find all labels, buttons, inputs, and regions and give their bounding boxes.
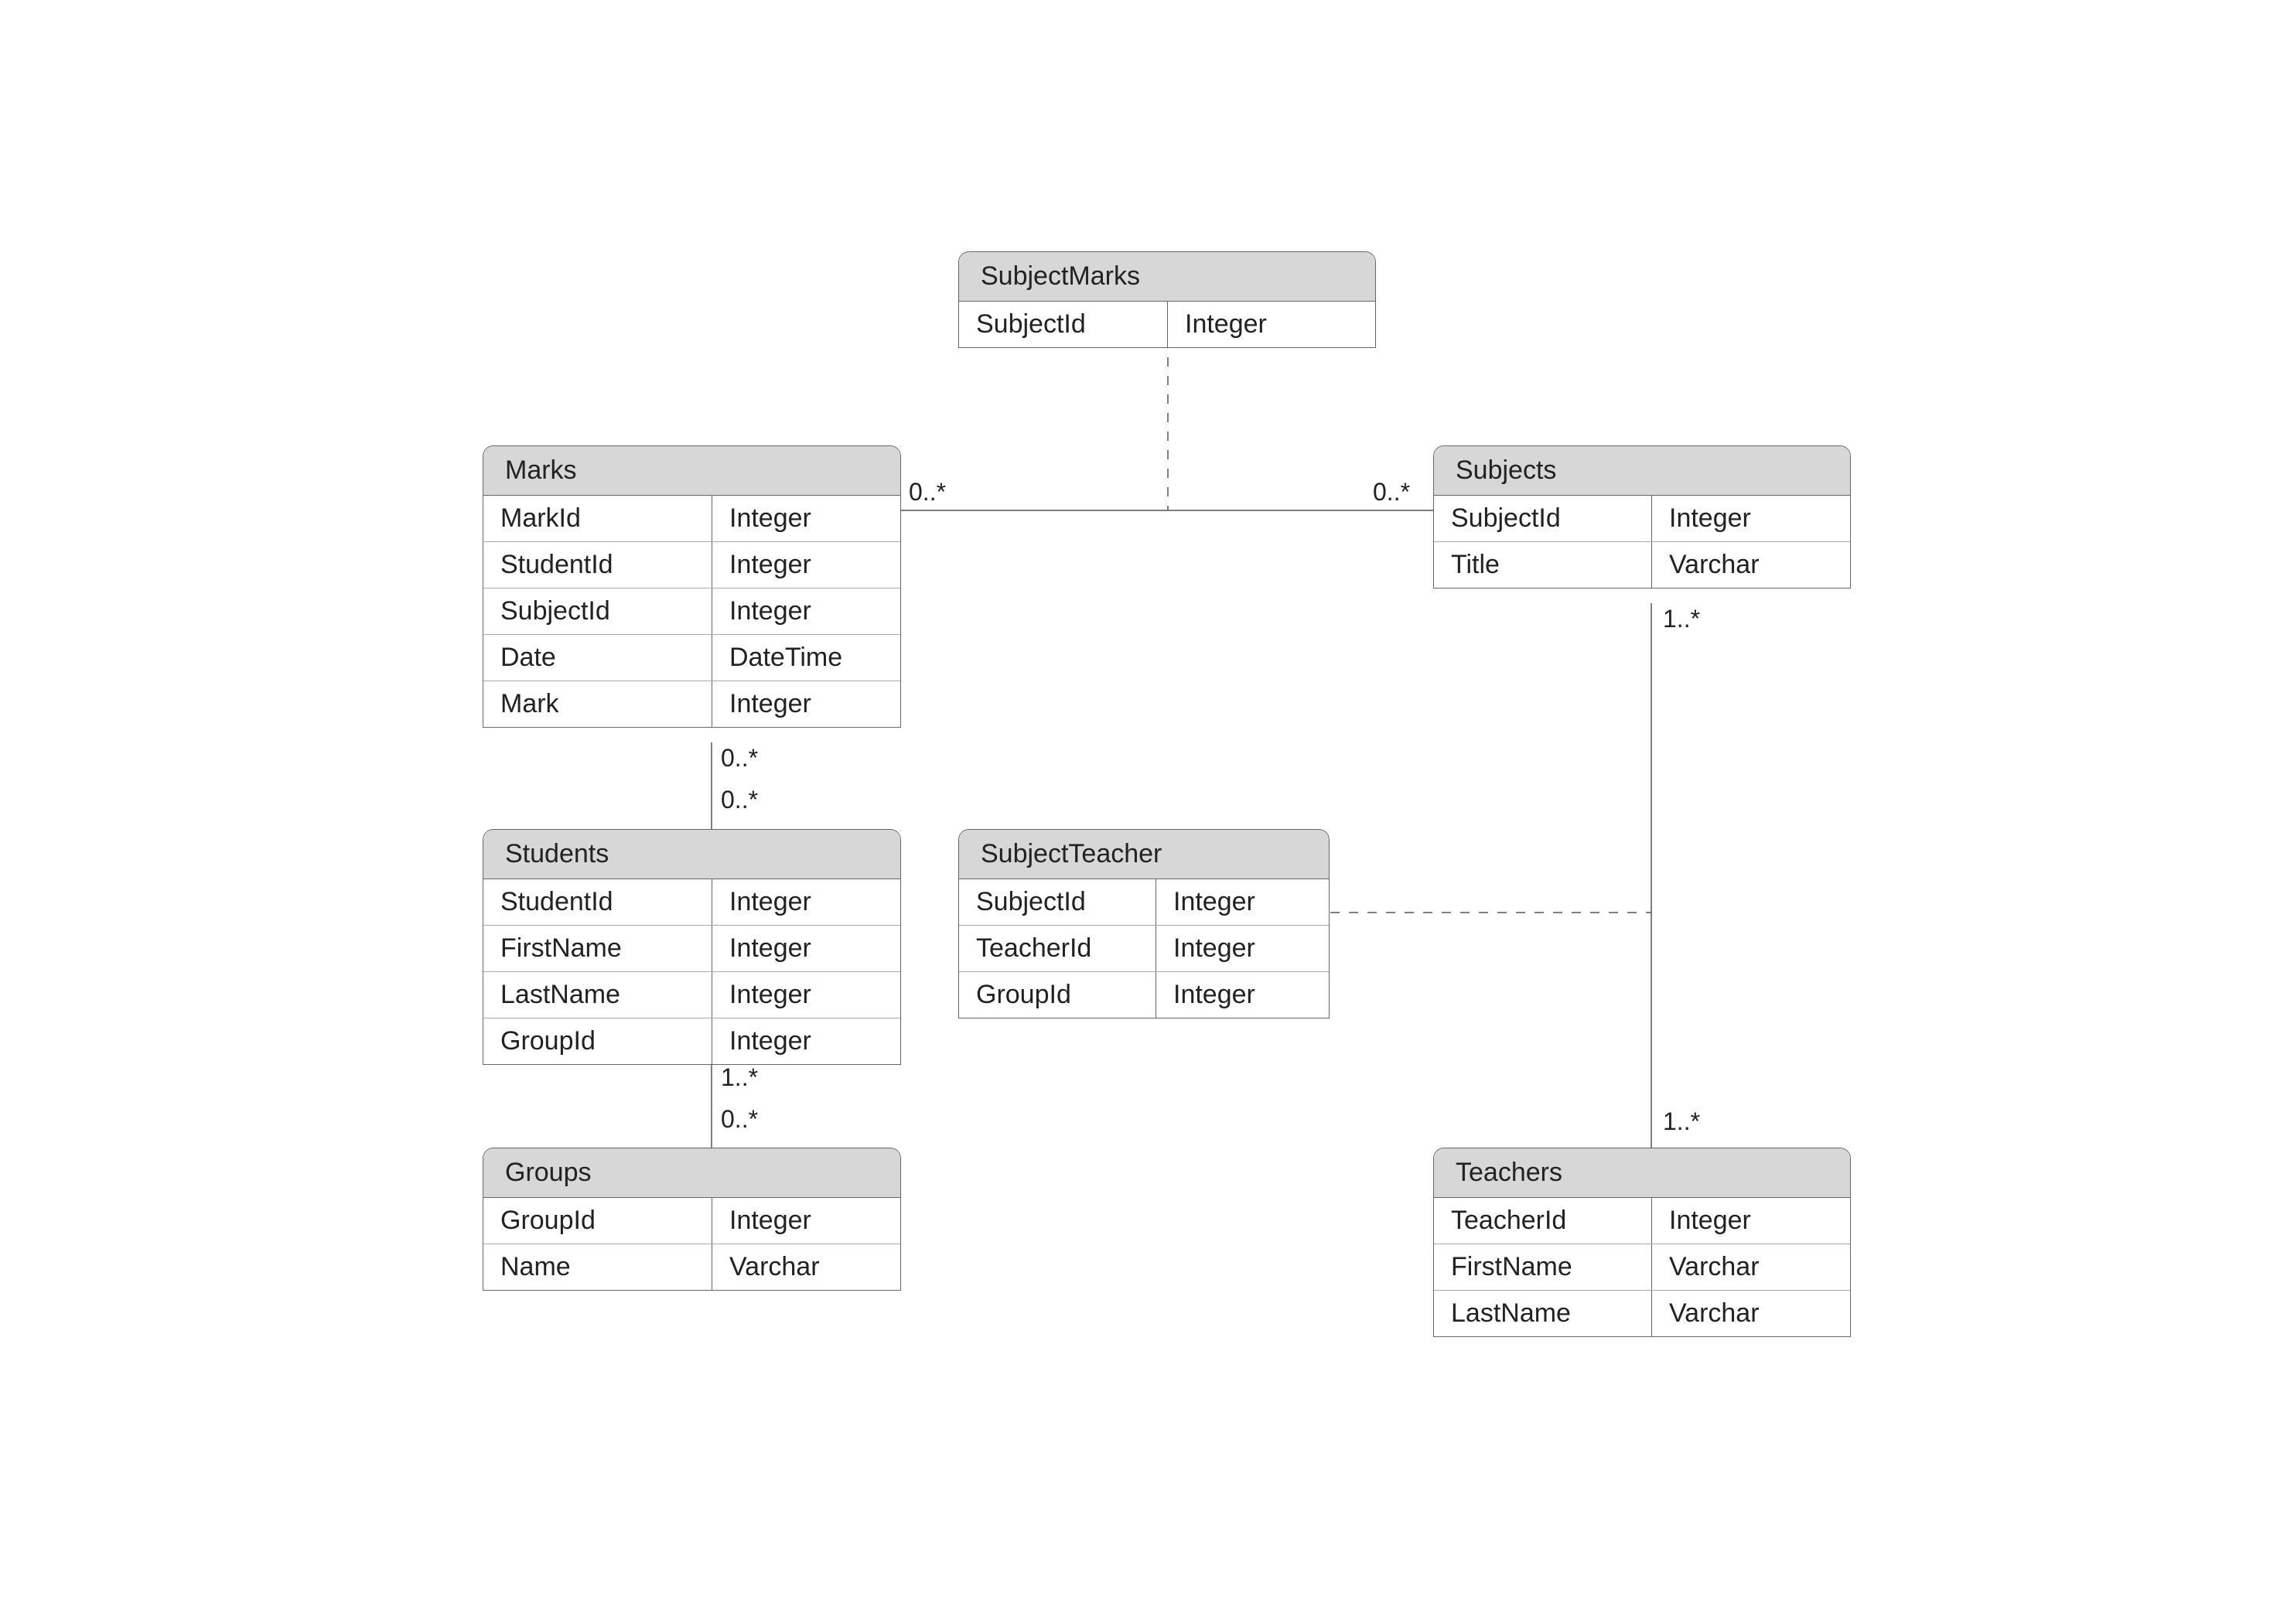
field-type: Integer <box>712 542 900 588</box>
field-type: Integer <box>1168 302 1375 347</box>
multiplicity-label: 1..* <box>1663 1107 1700 1136</box>
field-name: SubjectId <box>959 879 1156 925</box>
field-type: Varchar <box>1652 542 1850 588</box>
field-name: Mark <box>483 681 712 727</box>
field-name: MarkId <box>483 496 712 541</box>
field-name: GroupId <box>959 972 1156 1018</box>
entity-subjects[interactable]: Subjects SubjectId Integer Title Varchar <box>1433 445 1851 589</box>
multiplicity-label: 0..* <box>721 786 758 814</box>
field-type: Integer <box>1652 1198 1850 1244</box>
table-row: FirstName Varchar <box>1434 1244 1850 1290</box>
er-diagram-canvas: SubjectMarks SubjectId Integer Marks Mar… <box>0 0 2294 1624</box>
table-row: Date DateTime <box>483 634 900 681</box>
field-name: GroupId <box>483 1018 712 1064</box>
field-type: Integer <box>712 926 900 971</box>
field-type: Integer <box>712 681 900 727</box>
table-row: FirstName Integer <box>483 925 900 971</box>
field-name: Name <box>483 1244 712 1290</box>
field-type: Integer <box>712 496 900 541</box>
field-type: Integer <box>1652 496 1850 541</box>
field-name: TeacherId <box>1434 1198 1652 1244</box>
field-type: Integer <box>712 1198 900 1244</box>
entity-teachers[interactable]: Teachers TeacherId Integer FirstName Var… <box>1433 1148 1851 1337</box>
field-type: Integer <box>1156 879 1329 925</box>
table-row: Name Varchar <box>483 1244 900 1290</box>
entity-title: Students <box>483 830 900 879</box>
entity-title: Groups <box>483 1148 900 1198</box>
multiplicity-label: 0..* <box>721 744 758 773</box>
table-row: TeacherId Integer <box>1434 1198 1850 1244</box>
field-type: Varchar <box>712 1244 900 1290</box>
field-name: Title <box>1434 542 1652 588</box>
entity-title: SubjectTeacher <box>959 830 1329 879</box>
field-name: SubjectId <box>959 302 1168 347</box>
entity-groups[interactable]: Groups GroupId Integer Name Varchar <box>483 1148 901 1291</box>
field-type: DateTime <box>712 635 900 681</box>
field-name: TeacherId <box>959 926 1156 971</box>
entity-subjectmarks[interactable]: SubjectMarks SubjectId Integer <box>958 251 1376 348</box>
table-row: TeacherId Integer <box>959 925 1329 971</box>
table-row: SubjectId Integer <box>959 302 1375 347</box>
entity-title: SubjectMarks <box>959 252 1375 302</box>
field-name: StudentId <box>483 542 712 588</box>
entity-marks[interactable]: Marks MarkId Integer StudentId Integer S… <box>483 445 901 728</box>
field-type: Integer <box>712 879 900 925</box>
field-type: Varchar <box>1652 1244 1850 1290</box>
multiplicity-label: 1..* <box>1663 605 1700 633</box>
table-row: StudentId Integer <box>483 541 900 588</box>
table-row: GroupId Integer <box>483 1018 900 1064</box>
table-row: LastName Integer <box>483 971 900 1018</box>
table-row: Mark Integer <box>483 681 900 727</box>
multiplicity-label: 0..* <box>1373 478 1410 507</box>
table-row: SubjectId Integer <box>1434 496 1850 541</box>
field-type: Varchar <box>1652 1291 1850 1336</box>
entity-title: Teachers <box>1434 1148 1850 1198</box>
field-name: Date <box>483 635 712 681</box>
field-name: FirstName <box>483 926 712 971</box>
table-row: GroupId Integer <box>959 971 1329 1018</box>
field-name: GroupId <box>483 1198 712 1244</box>
field-type: Integer <box>712 589 900 634</box>
table-row: SubjectId Integer <box>483 588 900 634</box>
entity-students[interactable]: Students StudentId Integer FirstName Int… <box>483 829 901 1065</box>
entity-subjectteacher[interactable]: SubjectTeacher SubjectId Integer Teacher… <box>958 829 1330 1018</box>
multiplicity-label: 1..* <box>721 1063 758 1092</box>
field-name: SubjectId <box>1434 496 1652 541</box>
field-name: LastName <box>483 972 712 1018</box>
field-type: Integer <box>1156 972 1329 1018</box>
table-row: LastName Varchar <box>1434 1290 1850 1336</box>
table-row: MarkId Integer <box>483 496 900 541</box>
table-row: SubjectId Integer <box>959 879 1329 925</box>
field-name: SubjectId <box>483 589 712 634</box>
field-name: StudentId <box>483 879 712 925</box>
table-row: GroupId Integer <box>483 1198 900 1244</box>
field-type: Integer <box>1156 926 1329 971</box>
multiplicity-label: 0..* <box>909 478 946 507</box>
connectors-layer <box>0 0 2294 1624</box>
table-row: StudentId Integer <box>483 879 900 925</box>
table-row: Title Varchar <box>1434 541 1850 588</box>
field-name: FirstName <box>1434 1244 1652 1290</box>
multiplicity-label: 0..* <box>721 1105 758 1134</box>
field-name: LastName <box>1434 1291 1652 1336</box>
field-type: Integer <box>712 972 900 1018</box>
entity-title: Subjects <box>1434 446 1850 496</box>
entity-title: Marks <box>483 446 900 496</box>
field-type: Integer <box>712 1018 900 1064</box>
